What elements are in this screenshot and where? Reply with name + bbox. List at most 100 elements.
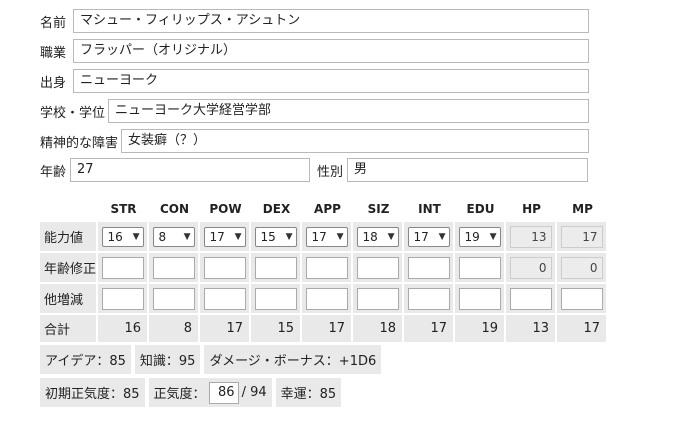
age-label: 年齢	[40, 164, 67, 180]
age-mod-input-siz[interactable]	[356, 256, 399, 279]
hp-age-mod-value: 0	[509, 256, 552, 279]
other-input-con[interactable]	[152, 287, 195, 310]
name-label: 名前	[40, 15, 67, 31]
sex-input[interactable]: 男	[347, 158, 588, 182]
disorder-row: 精神的な障害 女装癖（？）	[40, 129, 589, 153]
other-input-app[interactable]	[305, 287, 348, 310]
col-header: DEX	[262, 202, 291, 216]
know-chip: 知識：95	[134, 345, 201, 374]
other-input-dex[interactable]	[254, 287, 297, 310]
age-sex-row: 年齢 27 性別 男	[40, 158, 588, 182]
base-row: 能力値 16 ▼ 8 ▼ 17 ▼ 15 ▼ 17 ▼ 18 ▼ 17 ▼ 19 ▼ 13 17	[40, 222, 608, 253]
col-header: STR	[110, 202, 137, 216]
disorder-label: 精神的な障害	[40, 135, 119, 151]
other-input-str[interactable]	[101, 287, 144, 310]
row-label-age-mod: 年齢修正	[40, 253, 98, 284]
total-value-app: 17	[302, 315, 353, 344]
other-row: 他増減	[40, 284, 608, 315]
age-mod-input-str[interactable]	[101, 256, 144, 279]
chevron-down-icon: ▼	[489, 231, 497, 242]
other-input-mp[interactable]	[560, 287, 603, 310]
job-row: 職業 フラッパー（オリジナル）	[40, 39, 589, 63]
sex-label: 性別	[317, 164, 344, 180]
disorder-input[interactable]: 女装癖（？）	[121, 129, 589, 153]
stat-select-app[interactable]: 17 ▼	[305, 226, 348, 247]
col-header: EDU	[466, 202, 495, 216]
idea-chip: アイデア：85	[40, 345, 131, 374]
row-label-base: 能力値	[40, 222, 98, 253]
chevron-down-icon: ▼	[387, 231, 395, 242]
total-value-con: 8	[149, 315, 200, 344]
initial-san-chip: 初期正気度：85	[40, 378, 145, 407]
stat-select-siz[interactable]: 18 ▼	[356, 226, 399, 247]
col-header: HP	[522, 202, 541, 216]
origin-row: 出身 ニューヨーク	[40, 69, 589, 93]
total-value-int: 17	[404, 315, 455, 344]
origin-label: 出身	[40, 75, 67, 91]
stat-select-dex[interactable]: 15 ▼	[254, 226, 297, 247]
mp-base-value: 17	[560, 225, 603, 248]
name-input[interactable]: マシュー・フィリップス・アシュトン	[73, 9, 589, 33]
age-mod-input-pow[interactable]	[203, 256, 246, 279]
san-max: / 94	[241, 385, 267, 400]
chevron-down-icon: ▼	[183, 231, 191, 242]
chevron-down-icon: ▼	[132, 231, 140, 242]
school-row: 学校・学位 ニューヨーク大学経営学部	[40, 99, 589, 123]
total-value-siz: 18	[353, 315, 404, 344]
other-input-int[interactable]	[407, 287, 450, 310]
other-input-siz[interactable]	[356, 287, 399, 310]
total-row: 合計 16 8 17 15 17 18 17 19 13 17	[40, 315, 608, 344]
other-input-pow[interactable]	[203, 287, 246, 310]
name-row: 名前 マシュー・フィリップス・アシュトン	[40, 9, 589, 33]
stat-select-edu[interactable]: 19 ▼	[458, 226, 501, 247]
other-input-hp[interactable]	[509, 287, 552, 310]
header-blank	[40, 196, 98, 222]
total-value-edu: 19	[455, 315, 506, 344]
col-header: SIZ	[367, 202, 390, 216]
school-input[interactable]: ニューヨーク大学経営学部	[108, 99, 589, 123]
total-value-pow: 17	[200, 315, 251, 344]
col-header: INT	[418, 202, 441, 216]
age-input[interactable]: 27	[70, 158, 310, 182]
san-chip: 正気度： 86 / 94	[148, 378, 272, 407]
job-input[interactable]: フラッパー（オリジナル）	[73, 39, 589, 63]
other-input-edu[interactable]	[458, 287, 501, 310]
san-label: 正気度：	[153, 387, 206, 402]
stat-select-pow[interactable]: 17 ▼	[203, 226, 246, 247]
chevron-down-icon: ▼	[336, 231, 344, 242]
age-mod-input-con[interactable]	[152, 256, 195, 279]
total-value-hp: 13	[506, 315, 557, 344]
age-mod-input-int[interactable]	[407, 256, 450, 279]
stats-table: STR CON POW DEX APP SIZ INT EDU HP MP 能力…	[40, 196, 608, 344]
derived-row-1: アイデア：85 知識：95 ダメージ・ボーナス：+1D6	[40, 345, 385, 374]
total-value-mp: 17	[557, 315, 608, 344]
stats-header-row: STR CON POW DEX APP SIZ INT EDU HP MP	[40, 196, 608, 222]
age-mod-input-edu[interactable]	[458, 256, 501, 279]
luck-chip: 幸運：85	[275, 378, 342, 407]
hp-base-value: 13	[509, 225, 552, 248]
chevron-down-icon: ▼	[285, 231, 293, 242]
col-header: POW	[209, 202, 242, 216]
col-header: CON	[159, 202, 190, 216]
job-label: 職業	[40, 45, 67, 61]
mp-age-mod-value: 0	[560, 256, 603, 279]
origin-input[interactable]: ニューヨーク	[73, 69, 589, 93]
damage-bonus-chip: ダメージ・ボーナス：+1D6	[204, 345, 382, 374]
chevron-down-icon: ▼	[438, 231, 446, 242]
row-label-other: 他増減	[40, 284, 98, 315]
stat-select-int[interactable]: 17 ▼	[407, 226, 450, 247]
stat-select-str[interactable]: 16 ▼	[101, 226, 144, 247]
age-mod-input-app[interactable]	[305, 256, 348, 279]
school-label: 学校・学位	[40, 105, 106, 121]
total-value-str: 16	[98, 315, 149, 344]
row-label-total: 合計	[40, 315, 98, 344]
chevron-down-icon: ▼	[234, 231, 242, 242]
age-mod-row: 年齢修正 0 0	[40, 253, 608, 284]
derived-row-2: 初期正気度：85 正気度： 86 / 94 幸運：85	[40, 378, 345, 407]
san-input[interactable]: 86	[208, 381, 239, 404]
age-mod-input-dex[interactable]	[254, 256, 297, 279]
total-value-dex: 15	[251, 315, 302, 344]
stat-select-con[interactable]: 8 ▼	[152, 226, 195, 247]
col-header: MP	[572, 202, 593, 216]
col-header: APP	[314, 202, 341, 216]
